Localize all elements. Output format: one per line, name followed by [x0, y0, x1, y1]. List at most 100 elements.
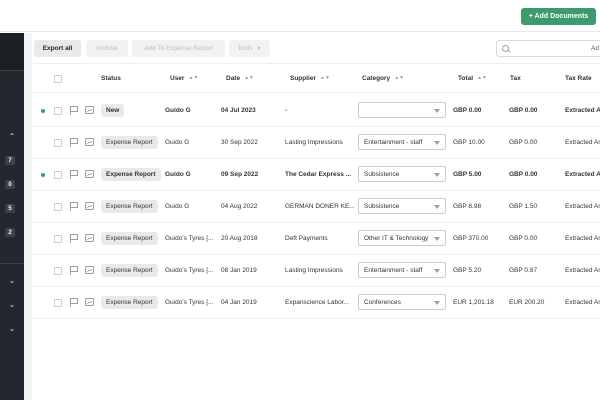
row-checkbox[interactable]: [54, 203, 62, 211]
add-to-expense-report-button[interactable]: Add To Expense Report: [132, 40, 225, 57]
category-select[interactable]: Other IT & Technology: [358, 230, 446, 246]
receipt-image-icon[interactable]: [85, 170, 94, 178]
chevron-down-icon: [434, 173, 440, 177]
sidebar-badge[interactable]: 7: [5, 156, 15, 165]
column-tax-rate[interactable]: Tax Rate: [565, 75, 592, 82]
search-input[interactable]: Ad: [496, 40, 600, 57]
column-supplier[interactable]: Supplier ▲▼: [290, 75, 330, 82]
table-header: Status User ▲▼ Date ▲▼ Supplier ▲▼ Category…: [33, 63, 600, 93]
chevron-up-icon[interactable]: ⌃: [0, 129, 24, 143]
total-cell: GBP 5.20: [453, 267, 482, 274]
tax-rate-cell: Extracted Am: [565, 139, 600, 146]
table-row[interactable]: Expense Report Guido G 09 Sep 2022 The Ceda…: [33, 159, 600, 191]
column-user[interactable]: User ▲▼: [170, 75, 198, 82]
status-badge: Expense Report: [101, 200, 158, 213]
flag-icon[interactable]: [70, 138, 78, 147]
category-value: Conferences: [364, 299, 401, 306]
total-cell: GBP 10.00: [453, 139, 485, 146]
table-row[interactable]: Expense Report Guido's Tyres [... 20 Aug 2…: [33, 223, 600, 255]
row-checkbox[interactable]: [54, 139, 62, 147]
tax-rate-cell: Extracted Am: [565, 107, 600, 114]
tax-cell: GBP 0.00: [509, 107, 538, 114]
tools-label: Tools: [237, 45, 253, 52]
category-value: Subsistence: [364, 171, 400, 178]
table-row[interactable]: Expense Report Guido's Tyres [... 08 Jan 2…: [33, 255, 600, 287]
column-status[interactable]: Status: [101, 75, 121, 82]
flag-icon[interactable]: [70, 298, 78, 307]
tax-cell: GBP 0.00: [509, 171, 538, 178]
sort-icon: ▲▼: [394, 75, 405, 82]
top-bar: + Add Documents: [0, 0, 600, 32]
archive-button[interactable]: Archive: [86, 40, 128, 57]
table-row[interactable]: Expense Report Guido's Tyres [... 04 Jan 2…: [33, 287, 600, 319]
user-cell: Guido's Tyres [...: [165, 299, 214, 306]
status-badge: Expense Report: [101, 232, 158, 245]
row-checkbox[interactable]: [54, 299, 62, 307]
tax-rate-cell: Extracted Am: [565, 299, 600, 306]
status-badge: Expense Report: [101, 168, 161, 181]
sidebar: ⌃ 7 0 5 2 ⌄ ⌄ ⌄: [0, 33, 24, 400]
flag-icon[interactable]: [70, 266, 78, 275]
category-select[interactable]: [358, 102, 446, 118]
receipt-image-icon[interactable]: [85, 234, 94, 242]
table-row[interactable]: Expense Report Guido G 30 Sep 2022 Lasting …: [33, 127, 600, 159]
chevron-down-icon[interactable]: ⌄: [0, 297, 24, 311]
add-documents-button[interactable]: + Add Documents: [521, 8, 596, 25]
table-row[interactable]: Expense Report Guido G 04 Aug 2022 GERMAN D…: [33, 191, 600, 223]
export-all-button[interactable]: Export all: [34, 40, 81, 57]
receipt-image-icon[interactable]: [85, 298, 94, 306]
supplier-cell: Deft Payments: [285, 235, 328, 242]
flag-icon[interactable]: [70, 202, 78, 211]
receipt-image-icon[interactable]: [85, 138, 94, 146]
tax-cell: EUR 200.20: [509, 299, 545, 306]
date-cell: 04 Jul 2023: [221, 107, 256, 114]
column-tax[interactable]: Tax: [510, 75, 521, 82]
column-total[interactable]: Total ▲▼: [458, 75, 487, 82]
column-date[interactable]: Date ▲▼: [226, 75, 254, 82]
category-value: Entertainment - staff: [364, 139, 423, 146]
supplier-cell: Lasting Impressions: [285, 267, 343, 274]
category-select[interactable]: Entertainment - staff: [358, 262, 446, 278]
user-cell: Guido G: [165, 139, 190, 146]
sidebar-divider: [0, 263, 24, 264]
search-icon: [502, 45, 509, 52]
flag-icon[interactable]: [70, 234, 78, 243]
supplier-cell: -: [285, 107, 288, 114]
flag-icon[interactable]: [70, 106, 78, 115]
category-select[interactable]: Subsistence: [358, 198, 446, 214]
row-checkbox[interactable]: [54, 171, 62, 179]
tools-dropdown[interactable]: Tools ▼: [229, 40, 270, 57]
unread-dot: [41, 109, 45, 113]
date-cell: 04 Aug 2022: [221, 203, 258, 210]
row-checkbox[interactable]: [54, 107, 62, 115]
user-cell: Guido's Tyres [...: [165, 267, 214, 274]
receipt-image-icon[interactable]: [85, 266, 94, 274]
tax-rate-cell: Extracted Am: [565, 235, 600, 242]
category-select[interactable]: Entertainment - staff: [358, 134, 446, 150]
supplier-cell: GERMAN DONER KE...: [285, 203, 355, 210]
total-cell: GBP 0.00: [453, 107, 482, 114]
table-row[interactable]: New Guido G 04 Jul 2023 - GBP 0.00 GBP 0.00 Ex…: [33, 95, 600, 127]
content-gutter: [24, 33, 32, 400]
category-select[interactable]: Conferences: [358, 294, 446, 310]
receipt-image-icon[interactable]: [85, 106, 94, 114]
select-all-checkbox[interactable]: [54, 75, 62, 83]
sidebar-badge[interactable]: 2: [5, 228, 15, 237]
date-cell: 20 Aug 2018: [221, 235, 258, 242]
sidebar-badge[interactable]: 0: [5, 180, 15, 189]
user-cell: Guido G: [165, 107, 191, 114]
flag-icon[interactable]: [70, 170, 78, 179]
date-cell: 09 Sep 2022: [221, 171, 259, 178]
category-select[interactable]: Subsistence: [358, 166, 446, 182]
chevron-down-icon[interactable]: ⌄: [0, 273, 24, 287]
tax-rate-cell: Extracted Am: [565, 203, 600, 210]
row-checkbox[interactable]: [54, 267, 62, 275]
tax-cell: GBP 0.87: [509, 267, 538, 274]
receipt-image-icon[interactable]: [85, 202, 94, 210]
row-checkbox[interactable]: [54, 235, 62, 243]
chevron-down-icon[interactable]: ⌄: [0, 321, 24, 335]
sidebar-badge[interactable]: 5: [5, 204, 15, 213]
column-category[interactable]: Category ▲▼: [362, 75, 404, 82]
tax-rate-cell: Extracted Am: [565, 267, 600, 274]
sort-icon: ▲▼: [188, 75, 199, 82]
